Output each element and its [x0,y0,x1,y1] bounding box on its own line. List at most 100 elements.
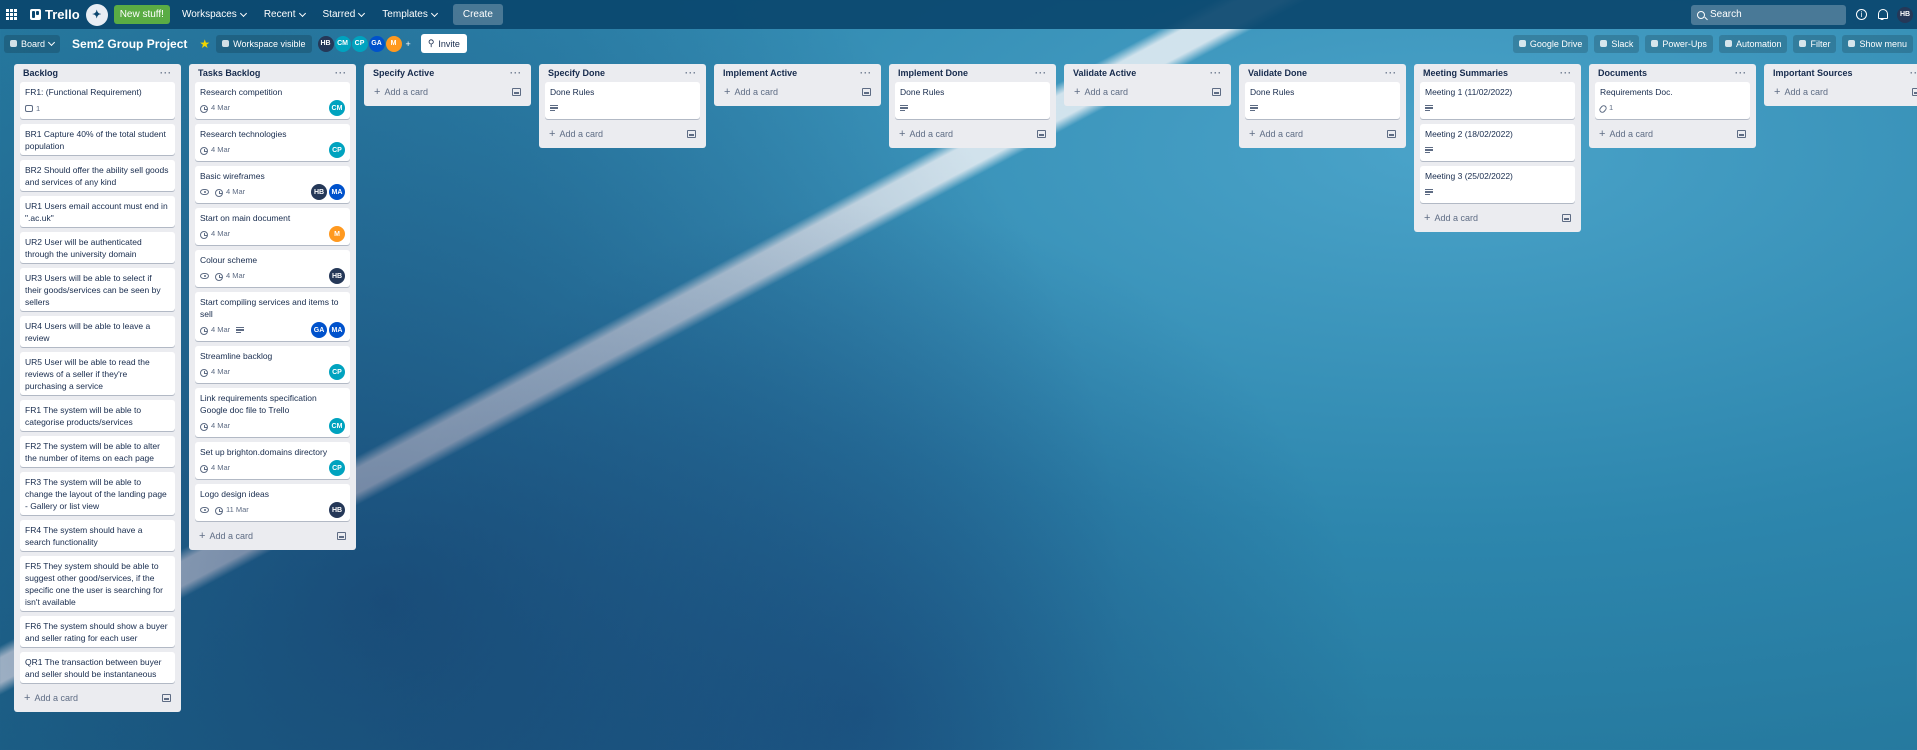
card[interactable]: FR1 The system will be able to categoris… [20,400,175,431]
add-card-button[interactable]: + Add a card [1424,212,1478,224]
add-card-button[interactable]: + Add a card [1599,128,1653,140]
list-title[interactable]: Specify Done [548,68,605,78]
member-avatar[interactable]: M [329,226,345,242]
member-avatar[interactable]: CP [329,142,345,158]
search-input[interactable]: Search [1691,4,1846,25]
card[interactable]: Done Rules [545,82,700,119]
card[interactable]: FR5 They system should be able to sugges… [20,556,175,611]
member-avatar[interactable]: CM [329,100,345,116]
add-card-button[interactable]: + Add a card [1074,86,1128,98]
add-card-button[interactable]: + Add a card [24,692,78,704]
card[interactable]: FR1: (Functional Requirement) 1 [20,82,175,119]
due-date-badge[interactable]: 4 Mar [200,145,230,155]
member-avatar[interactable]: CP [351,35,368,52]
card[interactable]: Meeting 1 (11/02/2022) [1420,82,1575,119]
list-header[interactable]: Meeting Summaries ··· [1420,64,1575,82]
member-avatar[interactable]: MA [329,322,345,338]
list-header[interactable]: Backlog ··· [20,64,175,82]
member-avatar[interactable]: CM [329,418,345,434]
card-template-icon[interactable] [1912,88,1917,96]
visibility-button[interactable]: Workspace visible [216,34,312,53]
card[interactable]: UR4 Users will be able to leave a review [20,316,175,347]
list-menu-icon[interactable]: ··· [510,68,522,78]
member-avatar[interactable]: CP [329,460,345,476]
card[interactable]: Research competition 4 Mar CM [195,82,350,119]
list-title[interactable]: Specify Active [373,68,434,78]
notifications-bell-icon[interactable] [1877,9,1888,20]
due-date-badge[interactable]: 4 Mar [200,229,230,239]
member-avatar[interactable]: GA [368,35,385,52]
list-menu-icon[interactable]: ··· [1210,68,1222,78]
board-title[interactable]: Sem2 Group Project [66,34,193,54]
list-title[interactable]: Validate Active [1073,68,1136,78]
list-title[interactable]: Meeting Summaries [1423,68,1508,78]
card[interactable]: UR5 User will be able to read the review… [20,352,175,395]
member-avatar[interactable]: CP [329,364,345,380]
card-template-icon[interactable] [862,88,871,96]
list-menu-icon[interactable]: ··· [1385,68,1397,78]
due-date-badge[interactable]: 4 Mar [200,103,230,113]
card[interactable]: BR1 Capture 40% of the total student pop… [20,124,175,155]
card-template-icon[interactable] [1737,130,1746,138]
card[interactable]: Start compiling services and items to se… [195,292,350,341]
show-menu-button[interactable]: Show menu [1842,34,1913,53]
due-date-badge[interactable]: 4 Mar [215,187,245,197]
list-header[interactable]: Important Sources ··· [1770,64,1917,82]
info-icon[interactable]: i [1856,9,1867,20]
card[interactable]: Set up brighton.domains directory 4 Mar CP [195,442,350,479]
due-date-badge[interactable]: 4 Mar [200,325,230,335]
list-menu-icon[interactable]: ··· [160,68,172,78]
board-view-switcher[interactable]: Board [4,34,61,53]
list-title[interactable]: Documents [1598,68,1647,78]
due-date-badge[interactable]: 4 Mar [200,367,230,377]
card[interactable]: QR1 The transaction between buyer and se… [20,652,175,683]
automation-button[interactable]: Automation [1718,34,1788,53]
list-title[interactable]: Backlog [23,68,58,78]
member-avatar[interactable]: HB [317,35,334,52]
card[interactable]: UR3 Users will be able to select if thei… [20,268,175,311]
add-card-button[interactable]: + Add a card [549,128,603,140]
google-drive-button[interactable]: Google Drive [1512,34,1589,53]
card[interactable]: BR2 Should offer the ability sell goods … [20,160,175,191]
workspaces-menu[interactable]: Workspaces [176,5,252,24]
create-button[interactable]: Create [452,4,503,25]
list-title[interactable]: Implement Active [723,68,797,78]
list-menu-icon[interactable]: ··· [685,68,697,78]
more-members-icon[interactable]: + [406,39,411,49]
card[interactable]: Basic wireframes 4 Mar HB MA [195,166,350,203]
due-date-badge[interactable]: 4 Mar [200,421,230,431]
list-title[interactable]: Tasks Backlog [198,68,260,78]
card[interactable]: Link requirements specification Google d… [195,388,350,437]
list-header[interactable]: Specify Done ··· [545,64,700,82]
due-date-badge[interactable]: 4 Mar [200,463,230,473]
list-header[interactable]: Implement Active ··· [720,64,875,82]
card[interactable]: Streamline backlog 4 Mar CP [195,346,350,383]
list-header[interactable]: Tasks Backlog ··· [195,64,350,82]
card[interactable]: FR3 The system will be able to change th… [20,472,175,515]
card-template-icon[interactable] [1212,88,1221,96]
list-title[interactable]: Implement Done [898,68,968,78]
user-avatar[interactable]: HB [1897,6,1913,23]
add-card-button[interactable]: + Add a card [1249,128,1303,140]
due-date-badge[interactable]: 4 Mar [215,271,245,281]
card-template-icon[interactable] [162,694,171,702]
card[interactable]: Done Rules [895,82,1050,119]
member-avatar[interactable]: CM [334,35,351,52]
powerups-button[interactable]: Power-Ups [1645,34,1713,53]
card[interactable]: FR6 The system should show a buyer and s… [20,616,175,647]
add-card-button[interactable]: + Add a card [374,86,428,98]
add-card-button[interactable]: + Add a card [724,86,778,98]
slack-button[interactable]: Slack [1594,34,1640,53]
card-template-icon[interactable] [687,130,696,138]
member-avatar[interactable]: HB [311,184,327,200]
starred-menu[interactable]: Starred [317,5,371,24]
list-menu-icon[interactable]: ··· [1035,68,1047,78]
list-header[interactable]: Documents ··· [1595,64,1750,82]
add-card-button[interactable]: + Add a card [899,128,953,140]
member-avatar[interactable]: HB [329,268,345,284]
card[interactable]: Done Rules [1245,82,1400,119]
card[interactable]: Meeting 3 (25/02/2022) [1420,166,1575,203]
invite-button[interactable]: ⚲ Invite [420,34,467,53]
member-avatar[interactable]: GA [311,322,327,338]
list-menu-icon[interactable]: ··· [1910,68,1917,78]
